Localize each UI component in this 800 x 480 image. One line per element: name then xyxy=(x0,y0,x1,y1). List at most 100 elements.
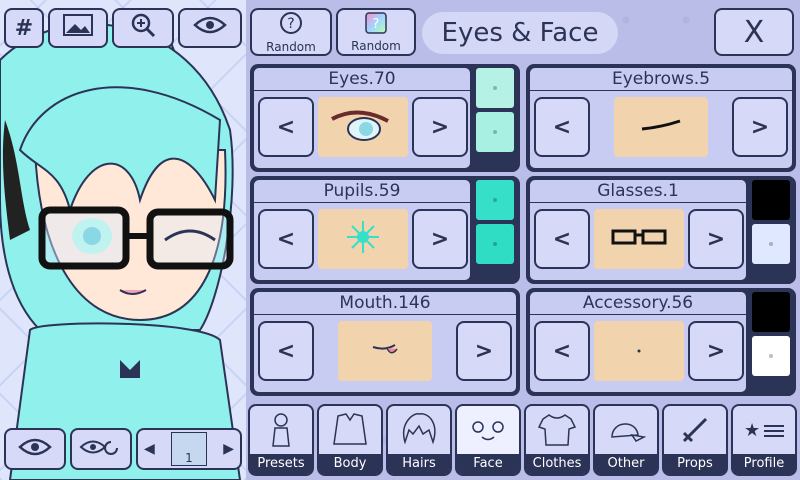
mouth-preview xyxy=(338,321,432,381)
chevron-right-icon[interactable]: ▶ xyxy=(223,441,234,457)
tab-label: Clothes xyxy=(526,454,588,474)
mouth-style-icon xyxy=(365,337,405,365)
eyebrows-body: < > xyxy=(530,91,792,168)
chevron-right-icon: > xyxy=(430,114,450,140)
tab-profile[interactable]: ★ Profile xyxy=(731,404,797,476)
reset-view-button[interactable] xyxy=(70,428,132,470)
accessory-color-1[interactable] xyxy=(752,292,790,332)
pupil-style-icon xyxy=(343,217,383,261)
chevron-left-icon: < xyxy=(552,114,572,140)
accessory-style-icon xyxy=(629,339,649,363)
eyebrows-label: Eyebrows.5 xyxy=(530,68,792,90)
mouth-label: Mouth.146 xyxy=(254,292,516,314)
grid-label: # xyxy=(14,15,34,41)
eyes-color-1[interactable] xyxy=(476,68,514,108)
random-color-button[interactable]: ? Random xyxy=(336,8,416,56)
accessory-prev-button[interactable]: < xyxy=(534,321,590,381)
tab-props[interactable]: Props xyxy=(662,404,728,476)
glasses-body: < > xyxy=(530,203,746,280)
glasses-color-1[interactable] xyxy=(752,180,790,220)
pupils-next-button[interactable]: > xyxy=(412,209,468,269)
background-button[interactable] xyxy=(48,8,108,48)
glasses-preview xyxy=(594,209,684,269)
tab-label: Props xyxy=(664,454,726,474)
glasses-prev-button[interactable]: < xyxy=(534,209,590,269)
tab-label: Presets xyxy=(250,454,312,474)
pupils-color-2[interactable] xyxy=(476,224,514,264)
eyes-color-swatches xyxy=(472,64,518,172)
chevron-left-icon: < xyxy=(552,226,572,252)
mouth-body: < > xyxy=(254,315,516,392)
random-label: Random xyxy=(266,39,316,54)
zoom-button[interactable] xyxy=(112,8,174,48)
character-slot-selector[interactable]: ◀ 1 ▶ xyxy=(136,428,242,470)
eyes-label: Eyes.70 xyxy=(254,68,470,90)
random-button[interactable]: ? Random xyxy=(250,8,332,56)
tab-other[interactable]: Other xyxy=(593,404,659,476)
chevron-left-icon: < xyxy=(276,114,296,140)
mouth-next-button[interactable]: > xyxy=(456,321,512,381)
page-title: Eyes & Face xyxy=(422,12,618,54)
pupils-label: Pupils.59 xyxy=(254,180,470,202)
pupils-body: < > xyxy=(254,203,470,280)
eyes-preview xyxy=(318,97,408,157)
sword-icon xyxy=(678,406,712,454)
image-icon xyxy=(63,14,93,42)
eyes-color-2[interactable] xyxy=(476,112,514,152)
svg-text:?: ? xyxy=(373,17,380,32)
accessory-next-button[interactable]: > xyxy=(688,321,744,381)
eyebrows-next-button[interactable]: > xyxy=(732,97,788,157)
preview-eye-button[interactable] xyxy=(178,8,242,48)
question-icon: ? xyxy=(279,11,303,39)
visibility-button[interactable] xyxy=(4,428,66,470)
glasses-next-button[interactable]: > xyxy=(688,209,744,269)
chevron-left-icon: < xyxy=(276,338,296,364)
accessory-color-swatches xyxy=(748,288,794,396)
glasses-card: Glasses.1 < > xyxy=(526,176,796,284)
rainbow-question-icon: ? xyxy=(365,11,387,38)
eyes-card: Eyes.70 < > xyxy=(250,64,520,172)
eyebrow-style-icon xyxy=(636,115,686,139)
chevron-left-icon: < xyxy=(552,338,572,364)
svg-text:★: ★ xyxy=(744,420,760,441)
glasses-color-2[interactable] xyxy=(752,224,790,264)
random-label: Random xyxy=(351,38,401,53)
zoom-in-icon xyxy=(130,12,156,44)
pupils-card: Pupils.59 < > xyxy=(250,176,520,284)
pupils-color-1[interactable] xyxy=(476,180,514,220)
tab-hairs[interactable]: Hairs xyxy=(386,404,452,476)
mouth-prev-button[interactable]: < xyxy=(258,321,314,381)
tab-presets[interactable]: Presets xyxy=(248,404,314,476)
category-tab-bar: Presets Body Hairs Face Clothes Other Pr… xyxy=(246,402,800,480)
tab-clothes[interactable]: Clothes xyxy=(524,404,590,476)
eyebrows-card: Eyebrows.5 < > xyxy=(526,64,796,172)
tab-label: Profile xyxy=(733,454,795,474)
eyes-prev-button[interactable]: < xyxy=(258,97,314,157)
slot-number: 1 xyxy=(185,451,193,465)
eye-icon xyxy=(18,437,52,461)
eyes-next-button[interactable]: > xyxy=(412,97,468,157)
chevron-left-icon[interactable]: ◀ xyxy=(144,441,155,457)
body-icon xyxy=(330,406,370,454)
eyebrows-prev-button[interactable]: < xyxy=(534,97,590,157)
svg-text:?: ? xyxy=(287,16,294,32)
chevron-left-icon: < xyxy=(276,226,296,252)
glasses-style-icon xyxy=(609,225,669,253)
close-button[interactable]: X xyxy=(714,8,794,56)
pupils-prev-button[interactable]: < xyxy=(258,209,314,269)
eye-refresh-icon xyxy=(79,436,123,462)
character-image xyxy=(0,23,242,480)
chevron-right-icon: > xyxy=(474,338,494,364)
tab-body[interactable]: Body xyxy=(317,404,383,476)
grid-toggle-button[interactable]: # xyxy=(4,8,44,48)
glasses-label: Glasses.1 xyxy=(530,180,746,202)
accessory-color-2[interactable] xyxy=(752,336,790,376)
accessory-preview xyxy=(594,321,684,381)
chevron-right-icon: > xyxy=(706,338,726,364)
chevron-right-icon: > xyxy=(430,226,450,252)
tab-label: Hairs xyxy=(388,454,450,474)
eyes-body: < > xyxy=(254,91,470,168)
face-icon xyxy=(466,406,510,454)
tab-face[interactable]: Face xyxy=(455,404,521,476)
chevron-right-icon: > xyxy=(706,226,726,252)
